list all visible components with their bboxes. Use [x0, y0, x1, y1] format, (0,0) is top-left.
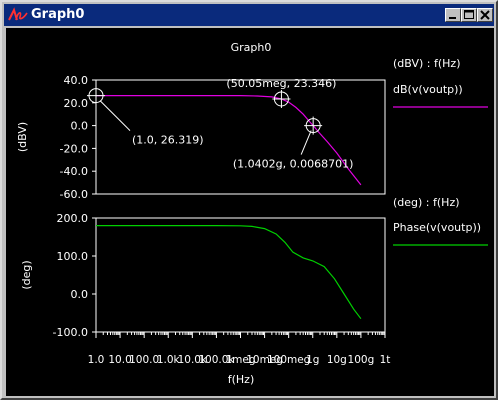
app-logo-icon: [8, 7, 28, 27]
annotation-label: (50.05meg, 23.346): [226, 77, 336, 90]
magnitude-legend-header: (dBV) : f(Hz): [393, 57, 461, 70]
phase-legend-header: (deg) : f(Hz): [393, 196, 460, 209]
plot-area: Graph0 40.0 20.0 0.0 -20.0 -40.0 -60.0 (dBV) …: [6, 28, 494, 396]
x-axis-label: f(Hz): [228, 373, 255, 386]
phase-plot-frame: [95, 217, 386, 333]
x-axis-tick-label: 10g: [327, 354, 347, 366]
magnitude-annotations: (1.0, 26.319) (50.05meg, 23.346) (1.0402g,…: [87, 77, 353, 171]
minimize-button[interactable]: [445, 8, 461, 22]
x-axis-tick-label: 1g: [306, 354, 319, 366]
x-axis-tick-label: 100g: [348, 354, 375, 366]
magnitude-y-ticks: 40.0 20.0 0.0 -20.0 -40.0 -60.0: [60, 74, 96, 201]
phase-legend-label: Phase(v(voutp)): [393, 221, 481, 234]
magnitude-y-tick-label: 40.0: [64, 74, 89, 87]
phase-y-tick-label: 100.0: [57, 250, 89, 263]
x-axis-tick-label: 1t: [380, 354, 391, 366]
annotation-label: (1.0, 26.319): [132, 134, 204, 147]
close-icon: [480, 10, 490, 20]
magnitude-y-tick-label: -60.0: [60, 188, 88, 201]
phase-series-line: [96, 225, 362, 320]
magnitude-y-tick-label: 20.0: [64, 97, 89, 110]
phase-y-tick-label: 200.0: [57, 212, 89, 225]
magnitude-y-tick-label: 0.0: [71, 120, 89, 133]
window-title: Graph0: [31, 7, 85, 22]
annotation-leader-line: [99, 100, 131, 131]
annotation-leader-line: [300, 130, 312, 155]
magnitude-y-tick-label: -40.0: [60, 165, 88, 178]
x-axis-tick-label: 100meg: [267, 354, 310, 366]
close-button[interactable]: [477, 8, 493, 22]
minimize-icon: [449, 17, 456, 19]
x-axis-tick-label: 1.0: [88, 354, 105, 366]
chart-title: Graph0: [231, 41, 272, 54]
magnitude-y-label: (dBV): [16, 122, 29, 152]
maximize-icon: [464, 10, 474, 19]
x-axis-tick-label: 100.0: [129, 354, 159, 366]
maximize-button[interactable]: [461, 8, 477, 22]
graph-window: Graph0 Graph0 40.0 20.0 0.0 -20.0 -40.0 -60.0…: [0, 0, 498, 400]
phase-y-label: (deg): [20, 260, 33, 289]
magnitude-legend-label: dB(v(voutp)): [393, 83, 463, 96]
title-bar[interactable]: Graph0: [4, 4, 494, 26]
phase-y-tick-label: -100.0: [53, 326, 88, 339]
annotation-label: (1.0402g, 0.0068701): [233, 158, 354, 171]
magnitude-y-tick-label: -20.0: [60, 142, 88, 155]
phase-y-tick-label: 0.0: [71, 288, 89, 301]
chart-canvas: Graph0 40.0 20.0 0.0 -20.0 -40.0 -60.0 (dBV) …: [16, 41, 488, 386]
x-axis-tick-labels: 1.0 10.0100.01.0k10.0k100.0k1meg10meg100m…: [88, 332, 391, 366]
phase-y-ticks: 200.0 100.0 0.0 -100.0: [53, 212, 96, 339]
